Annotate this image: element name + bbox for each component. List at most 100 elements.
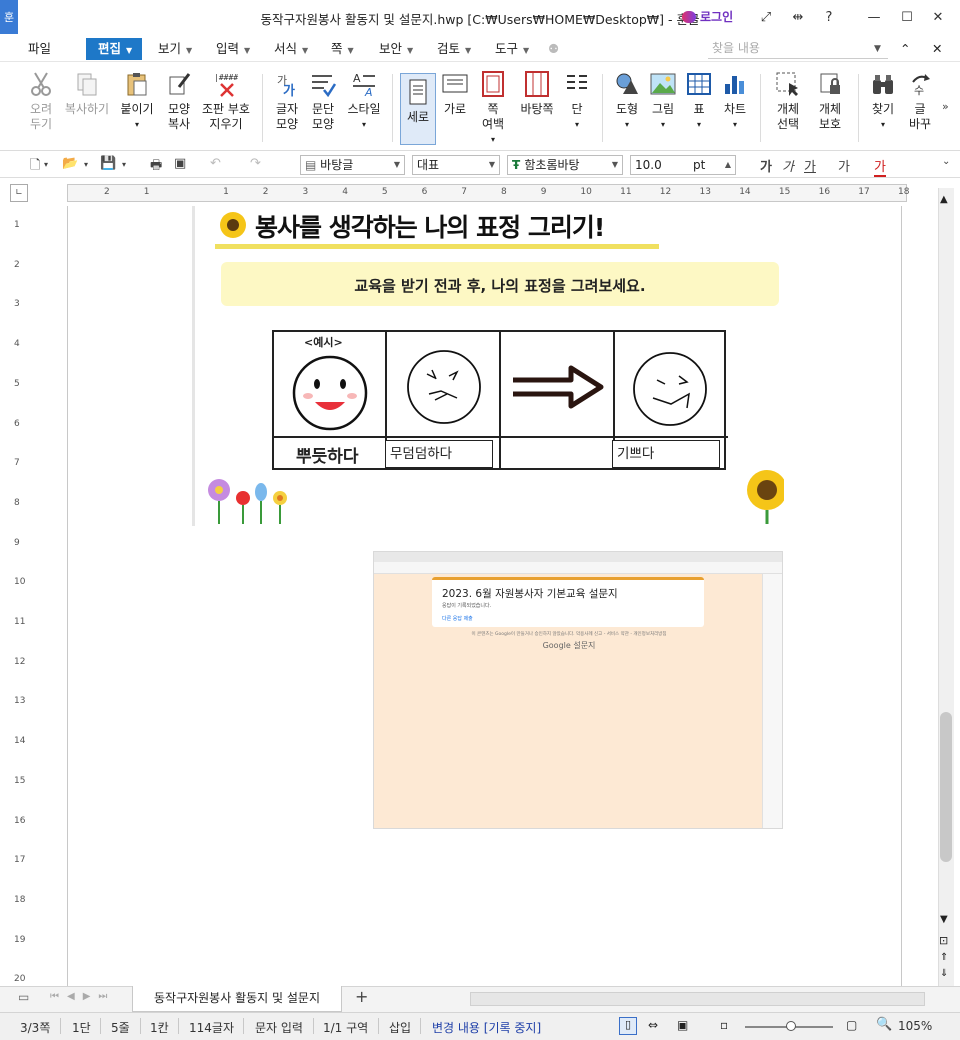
ruler-tick-label: 16	[14, 815, 26, 826]
save-icon[interactable]: 💾	[100, 156, 116, 171]
search-dropdown-icon[interactable]: ▼	[874, 39, 881, 59]
fullscreen-icon[interactable]: ⤢	[754, 6, 778, 28]
status-column: 1단	[72, 1021, 91, 1035]
menu-page[interactable]: 쪽 ▼	[331, 39, 354, 59]
horizontal-ruler[interactable]: 2 1 1 2 3 4 5 6 7 8 9 10 11 12 13 14 15 16 17 18	[67, 184, 909, 202]
underline-button[interactable]: 가	[804, 156, 816, 175]
redo-icon[interactable]: ↷	[250, 156, 261, 171]
login-button[interactable]: 로그인	[682, 8, 733, 25]
help-icon[interactable]: ?	[817, 6, 841, 28]
add-tab-icon[interactable]: +	[355, 987, 368, 1006]
portrait-button[interactable]: 세로	[400, 73, 436, 145]
style-select[interactable]: ▤ 바탕글 ▼	[300, 155, 405, 175]
menu-file[interactable]: 파일	[28, 39, 51, 59]
italic-button[interactable]: 가	[782, 156, 794, 175]
clear-format-button[interactable]: |####| 조판 부호 지우기	[200, 70, 252, 132]
scroll-thumb[interactable]	[940, 712, 952, 862]
menu-security[interactable]: 보안 ▼	[379, 39, 413, 59]
vertical-ruler[interactable]: 1 2 3 4 5 6 7 8 9 10 11 12 13 14 15 16 17 18 19 20	[10, 206, 28, 986]
tab-document[interactable]: 동작구자원봉사 활동지 및 설문지	[132, 986, 342, 1012]
before-label-box[interactable]: 무덤덤하다	[385, 440, 493, 468]
collab-icon[interactable]: ⚉	[548, 39, 559, 59]
bold-button[interactable]: 가	[760, 156, 772, 175]
menu-tools[interactable]: 도구 ▼	[495, 39, 529, 59]
paste-button[interactable]: 붙이기 ▾	[118, 70, 156, 132]
menu-review[interactable]: 검토 ▼	[437, 39, 471, 59]
status-track-changes[interactable]: 변경 내용 [기록 중지]	[432, 1019, 541, 1036]
horizontal-scrollbar[interactable]	[470, 992, 925, 1006]
margin-icon	[479, 70, 507, 98]
cut-button[interactable]: 오려 두기	[24, 70, 58, 132]
close-doc-icon[interactable]: ✕	[932, 39, 942, 59]
save-dropdown-icon[interactable]: ▾	[122, 160, 126, 169]
menu-input[interactable]: 입력 ▼	[216, 39, 250, 59]
picture-button[interactable]: 그림 ▾	[648, 70, 678, 132]
font-size-input[interactable]: 10.0 pt ▲	[630, 155, 736, 175]
page-layout-view-icon[interactable]: ▯	[619, 1017, 637, 1035]
full-page-view-icon[interactable]: ▣	[677, 1018, 688, 1032]
activity-sheet-image[interactable]: 봉사를 생각하는 나의 표정 그리기! 교육을 받기 전과 후, 나의 표정을 …	[192, 206, 784, 526]
table-button[interactable]: 표 ▾	[684, 70, 714, 132]
tab-list-icon[interactable]: ▭	[18, 990, 29, 1004]
shape-button[interactable]: 도형 ▾	[612, 70, 642, 132]
font-color-icon[interactable]: 가	[874, 156, 886, 177]
undo-icon[interactable]: ↶	[210, 156, 221, 171]
strikethrough-icon[interactable]: 가	[838, 156, 850, 175]
status-input-mode[interactable]: 문자 입력	[255, 1019, 303, 1036]
vertical-scrollbar[interactable]	[938, 188, 954, 988]
menu-format[interactable]: 서식 ▼	[274, 39, 308, 59]
page-margin-button[interactable]: 쪽 여백 ▾	[476, 70, 510, 147]
after-label-box[interactable]: 기쁘다	[612, 440, 720, 468]
menu-edit[interactable]: 편집 ▼	[86, 38, 142, 60]
new-doc-dropdown-icon[interactable]: ▾	[44, 160, 48, 169]
open-dropdown-icon[interactable]: ▾	[84, 160, 88, 169]
ruler-corner[interactable]: ∟	[10, 184, 28, 202]
close-icon[interactable]: ✕	[926, 6, 950, 28]
para-shape-button[interactable]: 문단 모양	[306, 70, 340, 132]
style-button[interactable]: AA 스타일 ▾	[344, 70, 384, 132]
survey-screenshot-image[interactable]: 2023. 6월 자원봉사자 기본교육 설문지 응답이 기록되었습니다. 다른 …	[373, 551, 783, 829]
background-page-button[interactable]: 바탕쪽	[518, 70, 556, 117]
find-button[interactable]: 찾기 ▾	[866, 70, 900, 132]
tab-nav-icons[interactable]: ⏮◀▶⏭	[50, 991, 115, 1002]
fit-width-view-icon[interactable]: ⇔	[648, 1018, 658, 1032]
replace-button[interactable]: 수 글 바꾸	[906, 70, 934, 132]
zoom-out-icon[interactable]: ▫	[720, 1018, 728, 1032]
preview-icon[interactable]: ▣	[174, 156, 186, 171]
maximize-icon[interactable]: ☐	[895, 6, 919, 28]
char-shape-button[interactable]: 가가 글자 모양	[272, 70, 302, 132]
prev-page-icon[interactable]: ⇑	[940, 952, 948, 963]
zoom-slider-knob[interactable]	[786, 1021, 796, 1031]
scroll-up-icon[interactable]: ▲	[940, 194, 948, 205]
collapse-ribbon-icon[interactable]: ⌃	[900, 39, 910, 59]
zoom-in-icon[interactable]: ▢	[846, 1018, 857, 1032]
menu-view[interactable]: 보기 ▼	[158, 39, 192, 59]
chart-button[interactable]: 차트 ▾	[720, 70, 750, 132]
landscape-button[interactable]: 가로	[440, 70, 470, 117]
print-icon[interactable]: 🖶	[150, 156, 162, 178]
columns-button[interactable]: 단 ▾	[562, 70, 592, 132]
toolbar-expand-icon[interactable]: ⌄	[942, 156, 950, 167]
object-select-button[interactable]: 개체 선택	[770, 70, 806, 132]
split-view-icon[interactable]: ⇹	[786, 6, 810, 28]
ruler-tick-label: 2	[14, 259, 20, 270]
open-folder-icon[interactable]: 📂	[62, 156, 78, 171]
ribbon-more-icon[interactable]: »	[942, 100, 949, 113]
search-input[interactable]: 찾을 내용	[708, 37, 888, 59]
object-protect-button[interactable]: 개체 보호	[812, 70, 848, 132]
sunflower-right-icon	[747, 470, 784, 524]
language-select[interactable]: 대표 ▼	[412, 155, 500, 175]
minimize-icon[interactable]: —	[862, 6, 886, 28]
next-page-icon[interactable]: ⇓	[940, 968, 948, 979]
format-copy-button[interactable]: 모양 복사	[162, 70, 196, 132]
copy-icon	[73, 70, 101, 98]
zoom-level[interactable]: 105%	[898, 1019, 932, 1033]
font-select[interactable]: Ŧ 함초롬바탕 ▼	[507, 155, 623, 175]
new-doc-icon[interactable]: 🗋	[30, 156, 40, 178]
status-insert[interactable]: 삽입	[389, 1019, 411, 1036]
copy-button[interactable]: 복사하기	[62, 70, 112, 117]
page-view-icon[interactable]: ⊡	[939, 934, 948, 947]
magnifier-icon[interactable]: 🔍	[876, 1017, 892, 1032]
scroll-down-icon[interactable]: ▼	[940, 914, 948, 925]
status-page[interactable]: 3/3쪽	[20, 1019, 50, 1036]
